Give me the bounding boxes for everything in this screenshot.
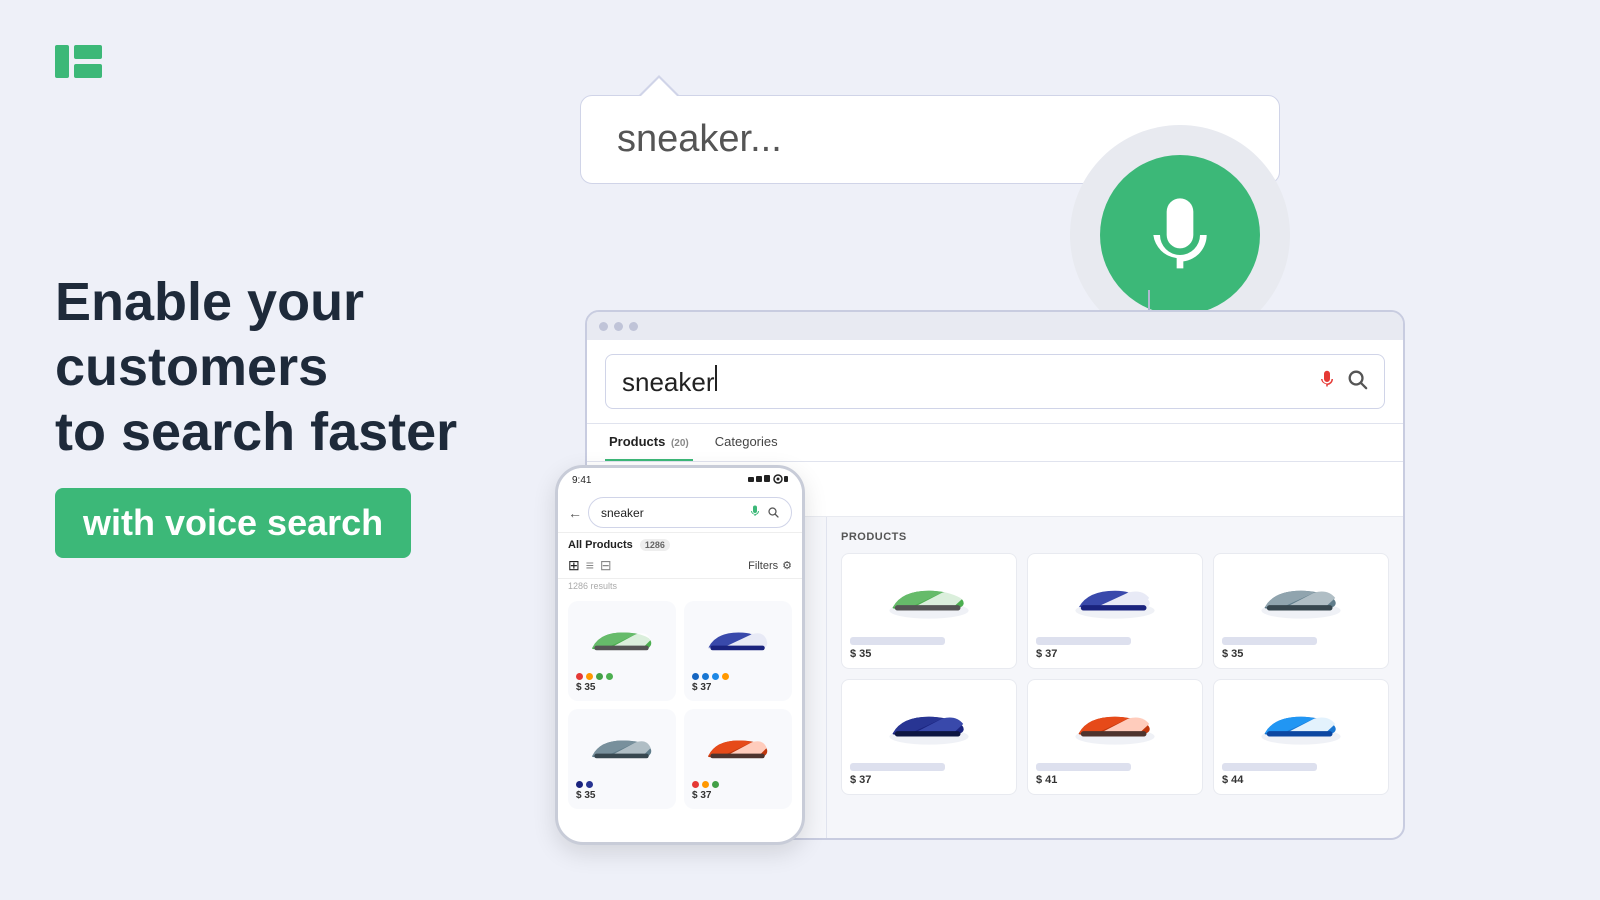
- color-dot: [702, 781, 709, 788]
- mobile-product-2[interactable]: $ 37: [684, 601, 792, 701]
- compact-view-icon[interactable]: ⊟: [600, 557, 612, 574]
- mobile-mockup: 9:41 ← sneaker All Products: [555, 465, 805, 845]
- mobile-product-3[interactable]: $ 35: [568, 709, 676, 809]
- mobile-shoe-1: [585, 615, 660, 663]
- desktop-search-input-box[interactable]: sneaker: [605, 354, 1385, 409]
- color-dot: [722, 673, 729, 680]
- mobile-results-count: 1286 results: [558, 579, 802, 593]
- color-dot: [596, 673, 603, 680]
- cursor: [715, 365, 717, 391]
- mobile-shoe-4: [701, 723, 776, 771]
- color-dot: [576, 673, 583, 680]
- shoe-img-3: [1256, 570, 1346, 625]
- browser-bar: [587, 312, 1403, 340]
- color-dot: [606, 673, 613, 680]
- product-card-6[interactable]: $ 44: [1213, 679, 1389, 795]
- list-view-icon[interactable]: ≡: [586, 557, 594, 574]
- product-card-2[interactable]: $ 37: [1027, 553, 1203, 669]
- mobile-price-3: $ 35: [576, 790, 668, 801]
- view-icons: ⊞ ≡ ⊟: [568, 557, 612, 574]
- mobile-search-input[interactable]: sneaker: [588, 497, 792, 528]
- mobile-status-bar: 9:41: [558, 468, 802, 493]
- left-content: Enable your customers to search faster w…: [55, 270, 535, 558]
- tab-categories[interactable]: Categories: [711, 424, 782, 461]
- products-col: PRODUCTS $ 35: [827, 517, 1403, 840]
- product-card-3[interactable]: $ 35: [1213, 553, 1389, 669]
- mobile-time: 9:41: [572, 475, 591, 486]
- grid-view-icon[interactable]: ⊞: [568, 557, 580, 574]
- speech-text: sneaker...: [617, 118, 782, 160]
- desktop-tabs-row: Products (20) Categories: [587, 424, 1403, 462]
- product-price-4: $ 37: [850, 774, 1008, 786]
- mobile-filters-btn[interactable]: Filters ⚙: [748, 559, 792, 572]
- shoe-img-4: [884, 696, 974, 751]
- product-card-5[interactable]: $ 41: [1027, 679, 1203, 795]
- products-grid: $ 35 $ 37: [841, 553, 1389, 795]
- color-dot: [702, 673, 709, 680]
- product-card-1[interactable]: $ 35: [841, 553, 1017, 669]
- mobile-price-4: $ 37: [692, 790, 784, 801]
- search-icon[interactable]: [1346, 368, 1368, 396]
- product-card-4[interactable]: $ 37: [841, 679, 1017, 795]
- headline-line3: to search faster: [55, 402, 457, 462]
- color-dot: [712, 781, 719, 788]
- color-dot: [712, 673, 719, 680]
- color-dot: [586, 781, 593, 788]
- browser-dot-1: [599, 322, 608, 331]
- products-title: PRODUCTS: [841, 531, 1389, 543]
- product-price-5: $ 41: [1036, 774, 1194, 786]
- mobile-all-products: All Products 1286: [558, 533, 802, 553]
- tab-products[interactable]: Products (20): [605, 424, 693, 461]
- mobile-view-row: ⊞ ≡ ⊟ Filters ⚙: [558, 553, 802, 579]
- mobile-back-btn[interactable]: ←: [568, 505, 582, 521]
- mobile-search-text: sneaker: [601, 506, 743, 520]
- shoe-img-1: [884, 570, 974, 625]
- shoe-img-5: [1070, 696, 1160, 751]
- desktop-search-row: sneaker: [587, 340, 1403, 424]
- mobile-search-row: ← sneaker: [558, 493, 802, 533]
- browser-dot-2: [614, 322, 623, 331]
- voice-bubble: sneaker...: [580, 95, 1280, 184]
- product-price-3: $ 35: [1222, 648, 1380, 660]
- mobile-status-icons: [748, 474, 788, 487]
- color-dot: [576, 781, 583, 788]
- mobile-shoe-2: [701, 615, 776, 663]
- mic-inner[interactable]: [1100, 155, 1260, 315]
- shoe-img-6: [1256, 696, 1346, 751]
- mobile-search-btn[interactable]: [767, 505, 779, 521]
- desktop-search-text: sneaker: [622, 365, 1308, 398]
- mobile-products-grid: $ 35 $ 37: [558, 593, 802, 817]
- shoe-img-2: [1070, 570, 1160, 625]
- color-dot: [692, 673, 699, 680]
- main-headline: Enable your customers to search faster: [55, 270, 535, 464]
- mobile-product-1[interactable]: $ 35: [568, 601, 676, 701]
- mobile-count-badge: 1286: [640, 539, 670, 551]
- mic-red-icon[interactable]: [1318, 368, 1336, 396]
- browser-dot-3: [629, 322, 638, 331]
- headline-line1: Enable your: [55, 272, 364, 332]
- color-dot: [586, 673, 593, 680]
- mobile-product-4[interactable]: $ 37: [684, 709, 792, 809]
- headline-line2: customers: [55, 337, 328, 397]
- product-price-2: $ 37: [1036, 648, 1194, 660]
- mobile-price-1: $ 35: [576, 682, 668, 693]
- microphone-icon: [1140, 195, 1220, 275]
- logo: [55, 45, 102, 78]
- product-price-1: $ 35: [850, 648, 1008, 660]
- mobile-shoe-3: [585, 723, 660, 771]
- mobile-mic-icon[interactable]: [749, 504, 761, 521]
- color-dot: [692, 781, 699, 788]
- mobile-price-2: $ 37: [692, 682, 784, 693]
- voice-badge: with voice search: [55, 488, 411, 558]
- product-price-6: $ 44: [1222, 774, 1380, 786]
